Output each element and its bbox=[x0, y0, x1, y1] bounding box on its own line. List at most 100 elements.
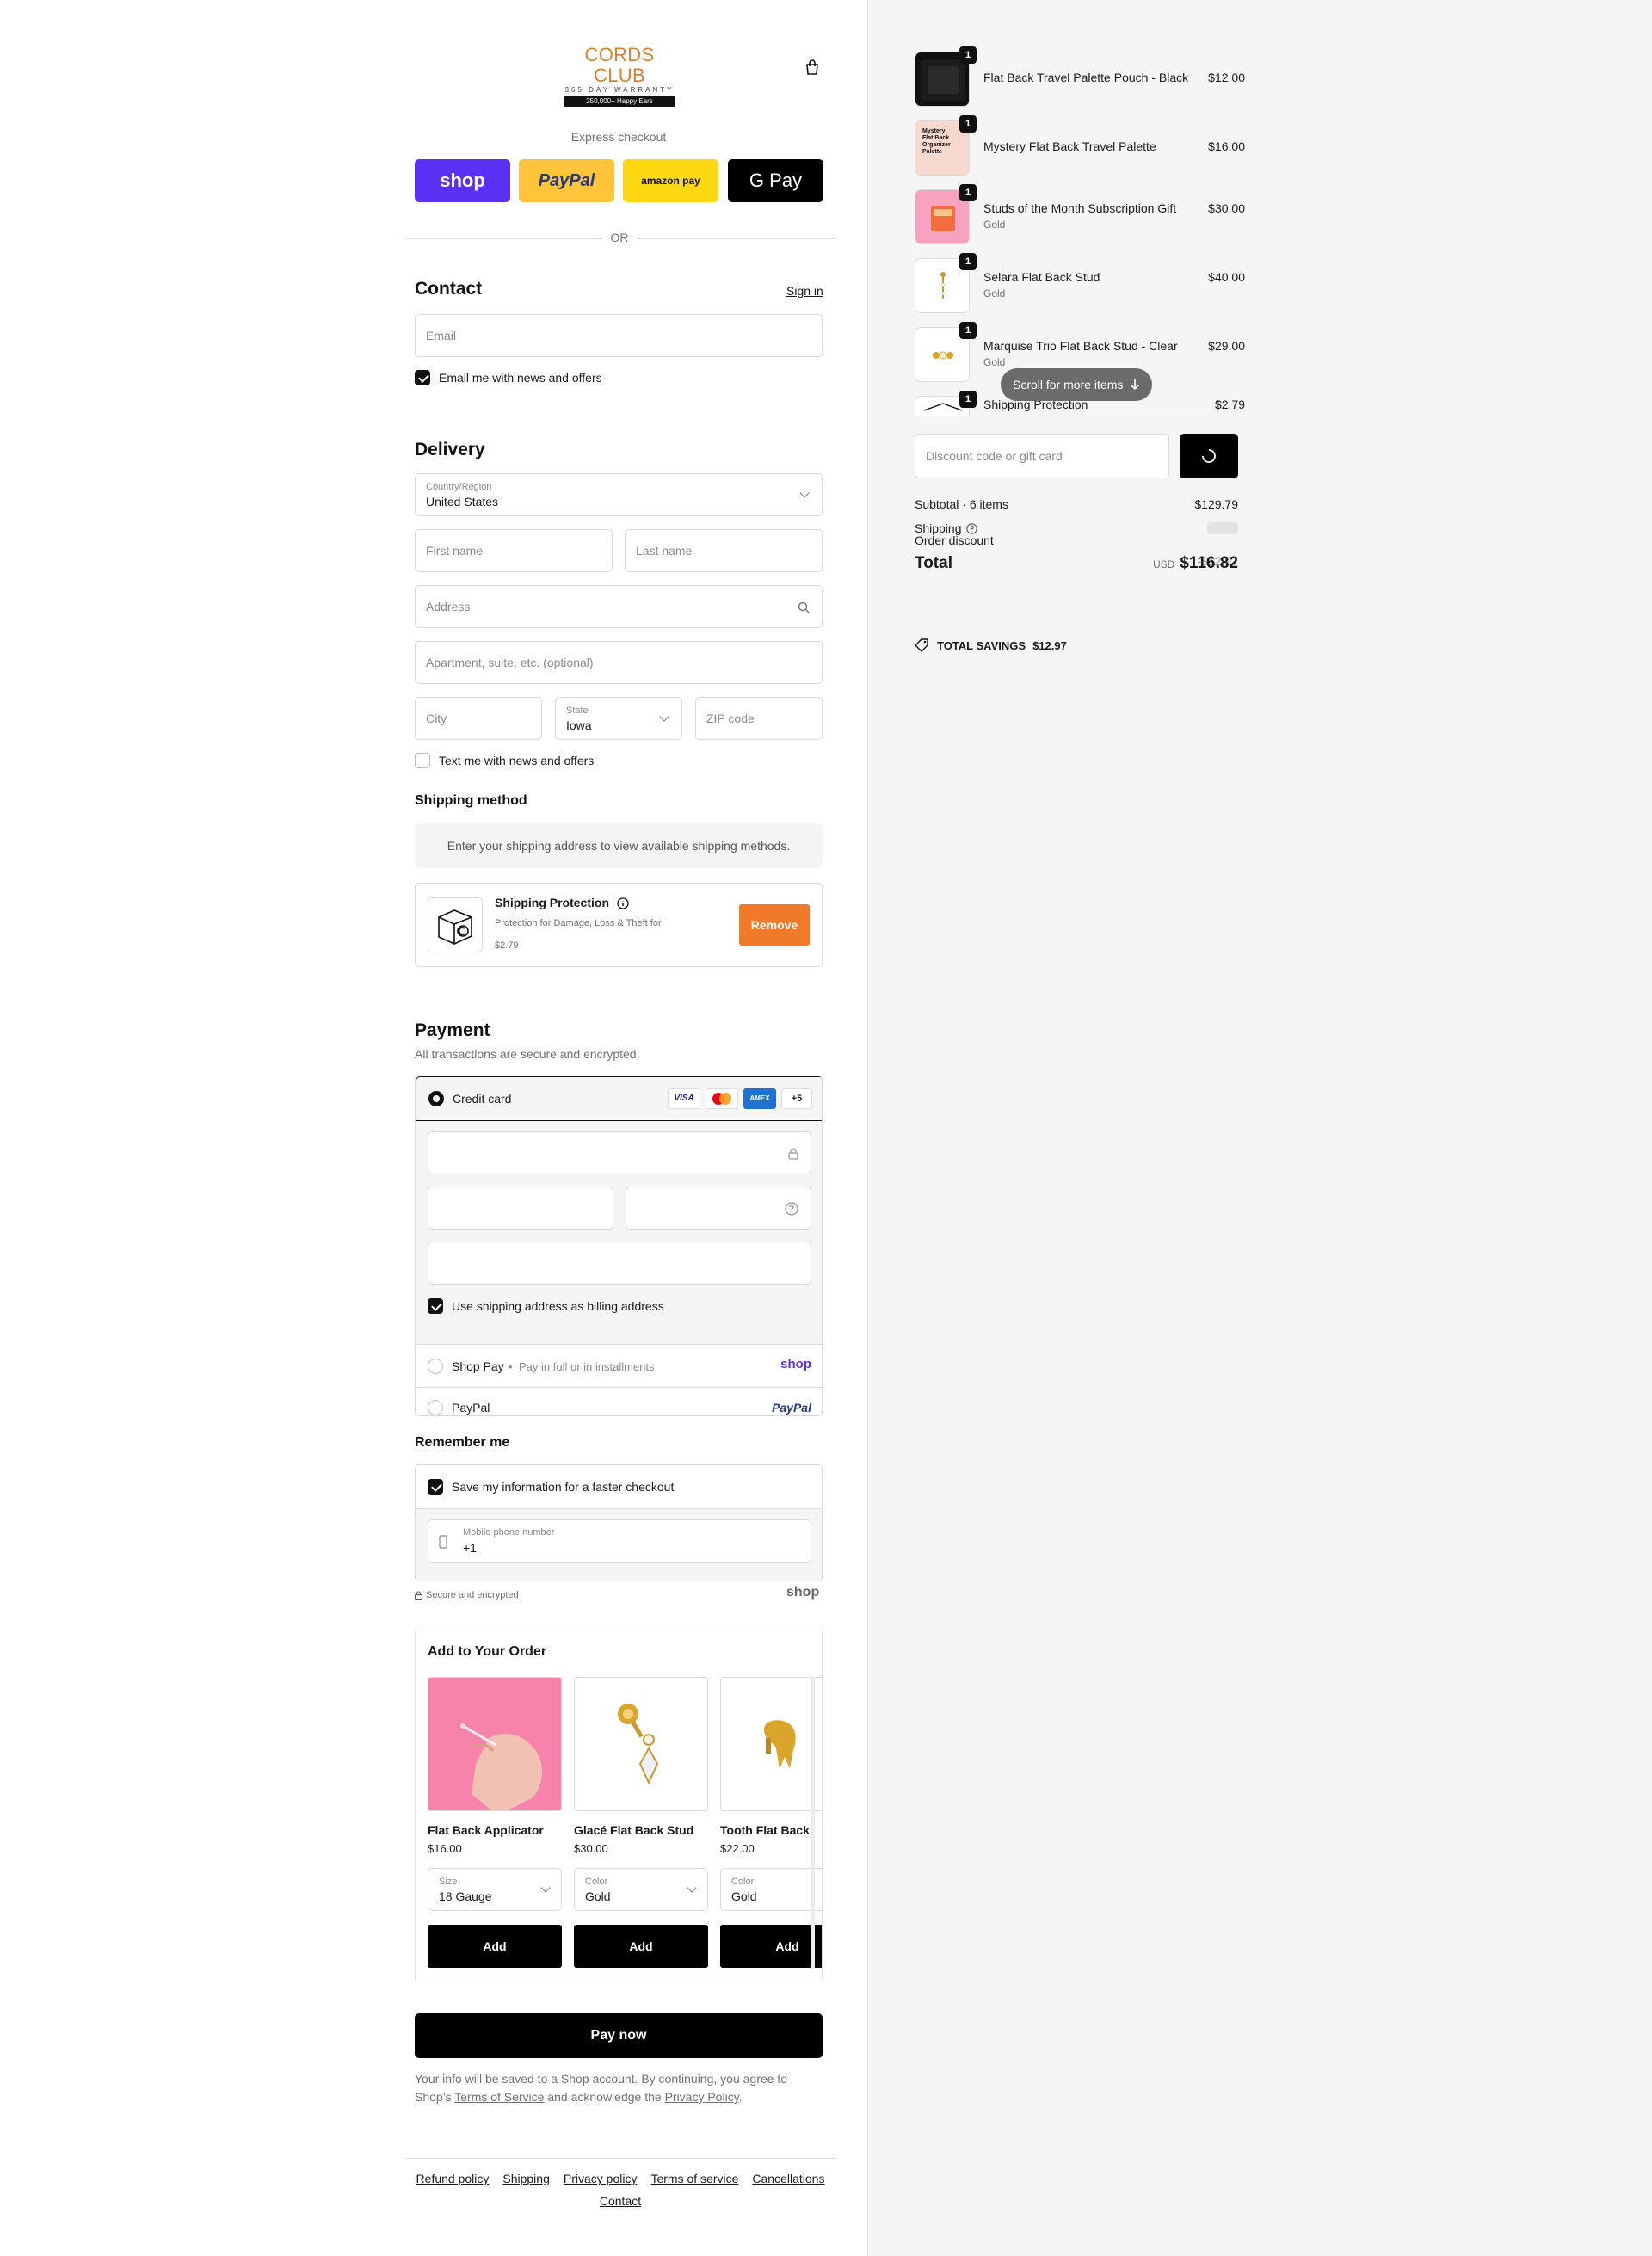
product-image-glace-stud[interactable] bbox=[574, 1677, 708, 1811]
contact-link[interactable]: Contact bbox=[600, 2194, 641, 2208]
address-field[interactable]: Address bbox=[415, 585, 823, 628]
total-savings: TOTAL SAVINGS $12.97 bbox=[915, 638, 1067, 652]
scroll-for-more-button[interactable]: Scroll for more items bbox=[1001, 368, 1153, 401]
pay-now-button[interactable]: Pay now bbox=[415, 2013, 823, 2058]
save-info-label: Save my information for a faster checkou… bbox=[452, 1480, 675, 1494]
last-name-placeholder: Last name bbox=[636, 544, 693, 558]
zip-placeholder: ZIP code bbox=[706, 712, 755, 725]
billing-address-option[interactable]: Use shipping address as billing address bbox=[428, 1298, 664, 1314]
apply-discount-button[interactable] bbox=[1180, 434, 1238, 478]
payment-subtitle: All transactions are secure and encrypte… bbox=[415, 1047, 640, 1061]
brand-tagline: 365 DAY WARRANTY bbox=[564, 86, 675, 94]
footer-contact: Contact bbox=[404, 2194, 836, 2208]
help-icon[interactable] bbox=[965, 522, 977, 534]
store-logo[interactable]: CORDS CLUB 365 DAY WARRANTY 250,000+ Hap… bbox=[564, 45, 675, 107]
billing-address-checkbox[interactable] bbox=[428, 1298, 443, 1314]
remove-protection-button[interactable]: Remove bbox=[739, 904, 810, 946]
chevron-down-icon bbox=[659, 712, 669, 722]
country-select[interactable]: Country/Region United States bbox=[415, 473, 823, 516]
name-on-card-field[interactable] bbox=[428, 1242, 811, 1285]
terms-of-service-link[interactable]: Terms of Service bbox=[454, 2090, 544, 2104]
security-code-field[interactable] bbox=[626, 1187, 811, 1230]
sms-news-checkbox[interactable] bbox=[415, 753, 430, 768]
credit-card-label: Credit card bbox=[453, 1092, 512, 1106]
item-name: Marquise Trio Flat Back Stud - Clear bbox=[983, 339, 1178, 353]
item-price: $2.79 bbox=[1214, 398, 1245, 411]
item-variant: Gold bbox=[983, 219, 1006, 231]
color-select[interactable]: Color Gold bbox=[720, 1868, 822, 1911]
total-row: USD $116.82 bbox=[1109, 554, 1238, 573]
thumbnail-text: Mystery Flat Back Organizer Palette bbox=[922, 128, 951, 155]
paypal-radio[interactable] bbox=[428, 1400, 443, 1415]
refund-policy-link[interactable]: Refund policy bbox=[416, 2172, 490, 2185]
upsell-scrollbar[interactable] bbox=[811, 1677, 815, 1969]
state-select[interactable]: State Iowa bbox=[555, 697, 682, 740]
email-field[interactable]: Email bbox=[415, 314, 823, 357]
amazon-pay-button[interactable]: amazon pay bbox=[623, 159, 718, 202]
mastercard-icon bbox=[706, 1088, 738, 1109]
sms-news-option[interactable]: Text me with news and offers bbox=[415, 753, 594, 768]
apartment-field[interactable]: Apartment, suite, etc. (optional) bbox=[415, 641, 823, 684]
info-icon[interactable] bbox=[617, 897, 629, 909]
product-price: $16.00 bbox=[428, 1842, 462, 1855]
last-name-field[interactable]: Last name bbox=[625, 529, 823, 572]
add-glace-stud-button[interactable]: Add bbox=[574, 1925, 708, 1968]
country-label: Country/Region bbox=[426, 482, 492, 492]
size-label: Size bbox=[439, 1877, 458, 1887]
remember-me-card: Save my information for a faster checkou… bbox=[415, 1464, 823, 1581]
save-info-option[interactable]: Save my information for a faster checkou… bbox=[428, 1479, 674, 1495]
item-quantity: 1 bbox=[959, 253, 977, 270]
card-form: Use shipping address as billing address bbox=[416, 1121, 822, 1345]
city-field[interactable]: City bbox=[415, 697, 542, 740]
add-applicator-button[interactable]: Add bbox=[428, 1925, 562, 1968]
terms-of-service-link[interactable]: Terms of service bbox=[650, 2172, 738, 2185]
product-image-tooth-stud[interactable] bbox=[720, 1677, 822, 1811]
shop-pay-button[interactable]: shop bbox=[415, 159, 510, 202]
shopping-bag-icon[interactable] bbox=[804, 59, 821, 76]
phone-field[interactable]: Mobile phone number +1 bbox=[428, 1519, 811, 1563]
box-icon bbox=[428, 897, 483, 952]
expiration-field[interactable] bbox=[428, 1187, 613, 1230]
item-price: $29.00 bbox=[1208, 339, 1245, 353]
product-image-applicator[interactable] bbox=[428, 1677, 562, 1811]
sign-in-link[interactable]: Sign in bbox=[786, 284, 823, 298]
google-pay-button[interactable]: G Pay bbox=[728, 159, 823, 202]
privacy-policy-link[interactable]: Privacy Policy bbox=[665, 2090, 739, 2104]
lock-icon bbox=[415, 1591, 422, 1600]
chevron-down-icon bbox=[687, 1883, 697, 1893]
shop-pay-option[interactable]: Shop Pay • Pay in full or in installment… bbox=[416, 1345, 822, 1388]
first-name-field[interactable]: First name bbox=[415, 529, 613, 572]
cancellations-link[interactable]: Cancellations bbox=[752, 2172, 824, 2185]
line-items-list[interactable]: 1 Flat Back Travel Palette Pouch - Black… bbox=[915, 45, 1245, 416]
credit-card-radio[interactable] bbox=[428, 1091, 444, 1106]
zip-field[interactable]: ZIP code bbox=[695, 697, 823, 740]
help-icon[interactable] bbox=[785, 1202, 798, 1216]
email-news-option[interactable]: Email me with news and offers bbox=[415, 370, 602, 385]
email-news-label: Email me with news and offers bbox=[439, 371, 602, 385]
email-news-checkbox[interactable] bbox=[415, 370, 430, 385]
size-select[interactable]: Size 18 Gauge bbox=[428, 1868, 562, 1911]
shop-pay-radio[interactable] bbox=[428, 1359, 443, 1374]
add-tooth-stud-button[interactable]: Add bbox=[720, 1925, 822, 1968]
color-select[interactable]: Color Gold bbox=[574, 1868, 708, 1911]
privacy-policy-link[interactable]: Privacy policy bbox=[564, 2172, 638, 2185]
credit-card-option[interactable]: Credit card VISA AMEX +5 bbox=[416, 1076, 822, 1121]
shipping-protection-card: Shipping Protection Protection for Damag… bbox=[415, 883, 823, 967]
shipping-policy-link[interactable]: Shipping bbox=[502, 2172, 550, 2185]
mobile-phone-icon bbox=[439, 1535, 447, 1549]
paypal-option[interactable]: PayPal PayPal bbox=[416, 1388, 822, 1415]
shop-pay-logo: shop bbox=[780, 1357, 811, 1371]
paypal-button[interactable]: PayPal bbox=[519, 159, 614, 202]
email-placeholder: Email bbox=[426, 329, 457, 342]
product-name: Glacé Flat Back Stud bbox=[574, 1823, 694, 1837]
discount-code-field[interactable]: Discount code or gift card bbox=[915, 434, 1169, 478]
amex-icon: AMEX bbox=[743, 1088, 776, 1109]
protection-price: $2.79 bbox=[495, 940, 519, 951]
search-icon bbox=[798, 601, 810, 613]
card-number-field[interactable] bbox=[428, 1131, 811, 1174]
legal-text: Your info will be saved to a Shop accoun… bbox=[415, 2070, 823, 2106]
phone-section: Mobile phone number +1 bbox=[416, 1508, 822, 1581]
save-info-checkbox[interactable] bbox=[428, 1479, 443, 1495]
shop-pay-label: Shop Pay bbox=[452, 1359, 504, 1373]
state-value: Iowa bbox=[566, 718, 592, 732]
